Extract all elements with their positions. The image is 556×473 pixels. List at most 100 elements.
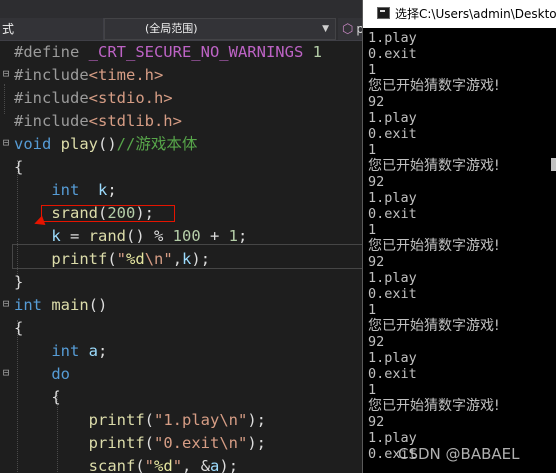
code-token: #define bbox=[14, 43, 89, 61]
code-line[interactable]: { bbox=[14, 317, 23, 340]
code-line[interactable]: k = rand() % 100 + 1; bbox=[14, 225, 247, 248]
code-token: void bbox=[14, 135, 52, 153]
console-line: 0.exit bbox=[368, 126, 417, 142]
annotation-box bbox=[41, 205, 175, 222]
editor-navigation-bar: 式 (全局范围) ▼ ⬡ p bbox=[0, 0, 362, 41]
code-token: " bbox=[116, 250, 127, 268]
console-title-bar[interactable]: 选择C:\Users\admin\Desktop bbox=[363, 0, 556, 28]
console-line: 您已开始猜数字游戏! bbox=[368, 158, 500, 174]
code-token: int bbox=[14, 296, 42, 314]
code-line[interactable]: printf("0.exit\n"); bbox=[14, 432, 266, 455]
code-line[interactable]: #include<time.h> bbox=[14, 64, 163, 87]
code-token: { bbox=[14, 388, 61, 406]
collapse-icon[interactable]: ⊟ bbox=[0, 136, 12, 149]
console-line: 92 bbox=[368, 334, 385, 350]
code-token: play bbox=[60, 135, 98, 153]
code-line[interactable]: #define _CRT_SECURE_NO_WARNINGS 1 bbox=[14, 41, 322, 64]
console-cursor bbox=[551, 158, 556, 171]
code-token: %d bbox=[154, 457, 173, 473]
scope-dropdown[interactable]: (全局范围) ▼ bbox=[104, 18, 336, 40]
code-token: int bbox=[51, 342, 80, 360]
console-line: 您已开始猜数字游戏! bbox=[368, 318, 500, 334]
code-line[interactable]: } bbox=[14, 271, 23, 294]
indent-guide bbox=[4, 84, 5, 114]
console-line: 1.play bbox=[368, 350, 417, 366]
code-line[interactable]: void play()//游戏本体 bbox=[14, 133, 197, 156]
code-line[interactable]: #include<stdlib.h> bbox=[14, 110, 182, 133]
console-line: 1.play bbox=[368, 270, 417, 286]
chevron-down-icon: ▼ bbox=[322, 24, 329, 34]
console-line: 92 bbox=[368, 94, 385, 110]
code-line[interactable]: scanf("%d", &a); bbox=[14, 455, 238, 473]
code-token: <stdio.h> bbox=[88, 89, 173, 107]
code-token: //游戏本体 bbox=[116, 135, 198, 153]
code-token: k bbox=[182, 250, 192, 268]
console-line: 您已开始猜数字游戏! bbox=[368, 238, 500, 254]
code-token: , & bbox=[182, 457, 211, 473]
scope-label: (全局范围) bbox=[145, 22, 198, 35]
console-title: 选择C:\Users\admin\Desktop bbox=[395, 7, 556, 21]
code-token: <time.h> bbox=[88, 66, 164, 84]
code-token: rand bbox=[88, 227, 126, 245]
code-token: a bbox=[210, 457, 220, 473]
code-line[interactable]: int a; bbox=[14, 340, 107, 363]
code-token: } bbox=[14, 273, 24, 291]
code-token: _CRT_SECURE_NO_WARNINGS bbox=[88, 43, 304, 61]
project-dropdown[interactable]: 式 bbox=[0, 18, 104, 40]
code-token: ; bbox=[238, 227, 248, 245]
console-line: 1.play bbox=[368, 30, 417, 46]
console-line: 92 bbox=[368, 174, 385, 190]
code-line[interactable]: { bbox=[14, 156, 23, 179]
code-token: \n" bbox=[144, 250, 173, 268]
code-token: "0.exit\n" bbox=[154, 434, 248, 452]
code-token: " bbox=[144, 457, 155, 473]
code-token: () % bbox=[126, 227, 173, 245]
console-line: 0.exit bbox=[368, 366, 417, 382]
code-line[interactable]: { bbox=[14, 386, 61, 409]
code-line[interactable]: printf("%d\n",k); bbox=[14, 248, 210, 271]
code-line[interactable]: printf("1.play\n"); bbox=[14, 409, 266, 432]
console-line: 1 bbox=[368, 142, 377, 158]
code-token: { bbox=[14, 158, 24, 176]
watermark: CSDN @BABAEL bbox=[398, 445, 520, 463]
code-token: () bbox=[98, 135, 117, 153]
code-token: printf bbox=[88, 411, 145, 429]
code-token: #include bbox=[14, 112, 89, 130]
console-line: 92 bbox=[368, 414, 385, 430]
code-token: ( bbox=[107, 250, 117, 268]
code-token: ); bbox=[247, 434, 266, 452]
console-line: 1 bbox=[368, 222, 377, 238]
code-token: ( bbox=[144, 411, 154, 429]
code-line[interactable]: #include<stdio.h> bbox=[14, 87, 173, 110]
collapse-icon[interactable]: ⊟ bbox=[0, 366, 12, 379]
member-dropdown[interactable]: ⬡ p bbox=[338, 18, 362, 40]
console-line: 1 bbox=[368, 62, 377, 78]
code-line[interactable]: int k; bbox=[14, 179, 116, 202]
code-token: ; bbox=[98, 342, 108, 360]
collapse-icon[interactable]: ⊟ bbox=[0, 297, 12, 310]
code-token: "1.play\n" bbox=[154, 411, 248, 429]
code-line[interactable]: int main() bbox=[14, 294, 107, 317]
console-window[interactable]: 选择C:\Users\admin\Desktop 1.play 0.exit 1 您已… bbox=[362, 0, 556, 473]
code-token: 1 bbox=[228, 227, 239, 245]
collapse-icon[interactable]: ⊟ bbox=[0, 67, 12, 80]
code-token: 100 bbox=[172, 227, 201, 245]
code-token: %d bbox=[126, 250, 145, 268]
code-token: 1 bbox=[303, 43, 322, 61]
code-token: k bbox=[98, 181, 108, 199]
console-line: 1.play bbox=[368, 190, 417, 206]
code-line[interactable]: do bbox=[14, 363, 70, 386]
code-editor[interactable]: 式 (全局范围) ▼ ⬡ p ⊟ ⊟ ⊟ ⊟ #define _CRT_SECUR… bbox=[0, 0, 362, 473]
code-token: () bbox=[88, 296, 108, 314]
console-line: 您已开始猜数字游戏! bbox=[368, 78, 500, 94]
code-token: printf bbox=[51, 250, 108, 268]
console-line: 92 bbox=[368, 254, 385, 270]
